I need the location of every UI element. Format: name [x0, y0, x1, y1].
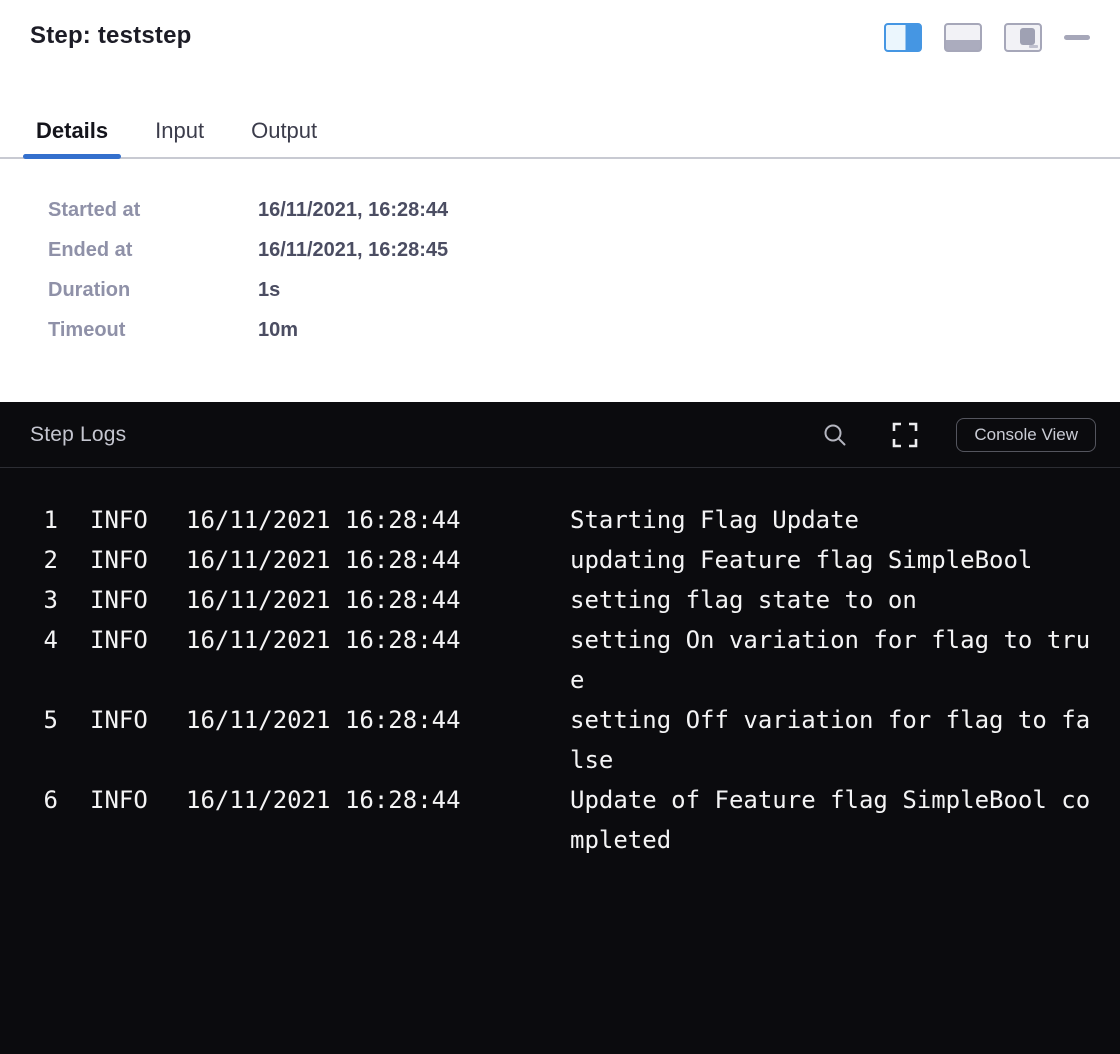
log-level: INFO — [90, 540, 148, 580]
log-timestamp: 16/11/2021 16:28:44 — [186, 500, 461, 540]
log-row: 4 INFO 16/11/2021 16:28:44 setting On va… — [30, 620, 1120, 700]
log-level: INFO — [90, 500, 148, 540]
log-line-number: 3 — [30, 580, 58, 620]
minimize-icon[interactable] — [1064, 35, 1090, 40]
log-row: 5 INFO 16/11/2021 16:28:44 setting Off v… — [30, 700, 1120, 780]
log-timestamp: 16/11/2021 16:28:44 — [186, 700, 461, 740]
log-message: setting On variation for flag to true — [570, 620, 1092, 700]
log-timestamp: 16/11/2021 16:28:44 — [186, 580, 461, 620]
log-message: Starting Flag Update — [570, 500, 1092, 540]
tab-details[interactable]: Details — [23, 105, 121, 157]
log-message: Update of Feature flag SimpleBool comple… — [570, 780, 1092, 860]
expand-icon[interactable] — [886, 416, 924, 454]
log-row: 6 INFO 16/11/2021 16:28:44 Update of Fea… — [30, 780, 1120, 860]
log-row: 2 INFO 16/11/2021 16:28:44 updating Feat… — [30, 540, 1120, 580]
floating-panel-strip — [1029, 45, 1038, 48]
log-line-number: 2 — [30, 540, 58, 580]
search-icon[interactable] — [818, 418, 852, 452]
floating-panel-inner — [1020, 28, 1035, 45]
detail-row-timeout: Timeout 10m — [48, 310, 1090, 350]
log-message: updating Feature flag SimpleBool — [570, 540, 1092, 580]
detail-value: 16/11/2021, 16:28:45 — [258, 239, 448, 262]
layout-floating-panel-icon[interactable] — [1004, 23, 1042, 52]
log-message: setting flag state to on — [570, 580, 1092, 620]
log-level: INFO — [90, 620, 148, 660]
tab-bar: Details Input Output — [0, 105, 1120, 159]
panel-header: Step: teststep — [0, 0, 1120, 60]
logs-panel: Step Logs Console View 1 — [0, 402, 1120, 1054]
log-line-number: 5 — [30, 700, 58, 740]
log-body: 1 INFO 16/11/2021 16:28:44 Starting Flag… — [0, 468, 1120, 1054]
logs-title: Step Logs — [30, 423, 126, 447]
log-row: 1 INFO 16/11/2021 16:28:44 Starting Flag… — [30, 500, 1120, 540]
window-controls — [884, 22, 1090, 52]
layout-bottom-panel-icon[interactable] — [944, 23, 982, 52]
console-view-button[interactable]: Console View — [956, 418, 1096, 452]
logs-header: Step Logs Console View — [0, 402, 1120, 468]
detail-row-ended-at: Ended at 16/11/2021, 16:28:45 — [48, 230, 1090, 270]
detail-row-started-at: Started at 16/11/2021, 16:28:44 — [48, 190, 1090, 230]
detail-label: Started at — [48, 199, 258, 222]
log-level: INFO — [90, 700, 148, 740]
tab-details-label: Details — [36, 118, 108, 144]
log-timestamp: 16/11/2021 16:28:44 — [186, 780, 461, 820]
detail-label: Ended at — [48, 239, 258, 262]
log-message: setting Off variation for flag to false — [570, 700, 1092, 780]
detail-row-duration: Duration 1s — [48, 270, 1090, 310]
tab-input[interactable]: Input — [142, 105, 217, 157]
details-panel: Started at 16/11/2021, 16:28:44 Ended at… — [0, 159, 1120, 402]
layout-split-right-icon[interactable] — [884, 23, 922, 52]
log-timestamp: 16/11/2021 16:28:44 — [186, 620, 461, 660]
log-level: INFO — [90, 780, 148, 820]
tab-output[interactable]: Output — [238, 105, 330, 157]
log-timestamp: 16/11/2021 16:28:44 — [186, 540, 461, 580]
log-line-number: 6 — [30, 780, 58, 820]
log-level: INFO — [90, 580, 148, 620]
tab-output-label: Output — [251, 118, 317, 144]
log-line-number: 1 — [30, 500, 58, 540]
detail-value: 10m — [258, 319, 298, 342]
detail-label: Duration — [48, 279, 258, 302]
log-row: 3 INFO 16/11/2021 16:28:44 setting flag … — [30, 580, 1120, 620]
detail-label: Timeout — [48, 319, 258, 342]
log-line-number: 4 — [30, 620, 58, 660]
tab-input-label: Input — [155, 118, 204, 144]
detail-value: 1s — [258, 279, 280, 302]
step-panel: Step: teststep Details Input Output Star… — [0, 0, 1120, 1054]
page-title: Step: teststep — [30, 22, 192, 50]
detail-value: 16/11/2021, 16:28:44 — [258, 199, 448, 222]
